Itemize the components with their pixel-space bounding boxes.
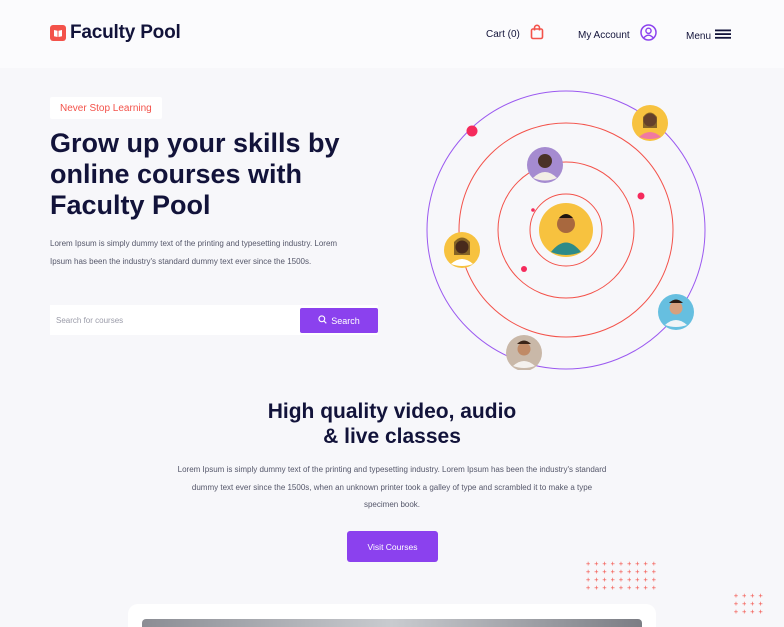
section-description: Lorem Ipsum is simply dummy text of the … [177, 465, 607, 509]
brand-name: Faculty Pool [70, 22, 181, 43]
site-header: Faculty Pool Cart (0) My Account Menu [0, 0, 784, 68]
avatar-purple [527, 147, 563, 183]
video-thumbnail[interactable] [142, 619, 642, 627]
user-circle-icon [639, 24, 657, 46]
video-card [128, 604, 656, 627]
menu-toggle[interactable]: Menu [686, 27, 732, 45]
orbit-illustration [426, 90, 706, 370]
hero-description: Lorem Ipsum is simply dummy text of the … [50, 239, 338, 266]
avatar-teal [658, 294, 694, 330]
shopping-bag-icon [530, 24, 544, 45]
avatar-beige [506, 335, 542, 370]
search-icon [318, 315, 327, 326]
visit-courses-button[interactable]: Visit Courses [347, 531, 438, 562]
avatar-center [539, 203, 593, 257]
section-title-line-1: High quality video, audio [267, 400, 517, 423]
account-label: My Account [578, 29, 630, 41]
account-link[interactable]: My Account [578, 24, 657, 46]
search-button[interactable]: Search [300, 308, 378, 333]
course-search: Search [50, 305, 378, 335]
cart-label: Cart (0) [486, 29, 520, 40]
brand-logo[interactable]: Faculty Pool [50, 22, 181, 44]
search-input[interactable] [50, 305, 300, 335]
hamburger-icon [715, 27, 732, 45]
hero-title: Grow up your skills by online courses wi… [50, 128, 340, 220]
hero-badge: Never Stop Learning [50, 97, 162, 119]
avatar-yellow-top [632, 105, 668, 141]
orbit-dot [637, 192, 645, 200]
avatar-yellow-left [444, 232, 480, 268]
orbit-dot [531, 208, 535, 212]
orbit-dot [521, 266, 527, 272]
book-icon [50, 25, 66, 41]
menu-label: Menu [686, 30, 712, 42]
search-button-label: Search [331, 315, 360, 326]
section-title: High quality video, audio & live classes [192, 399, 592, 449]
section-title-line-2: & live classes [323, 425, 461, 448]
cart-link[interactable]: Cart (0) [486, 24, 544, 45]
orbit-dot [466, 125, 478, 137]
